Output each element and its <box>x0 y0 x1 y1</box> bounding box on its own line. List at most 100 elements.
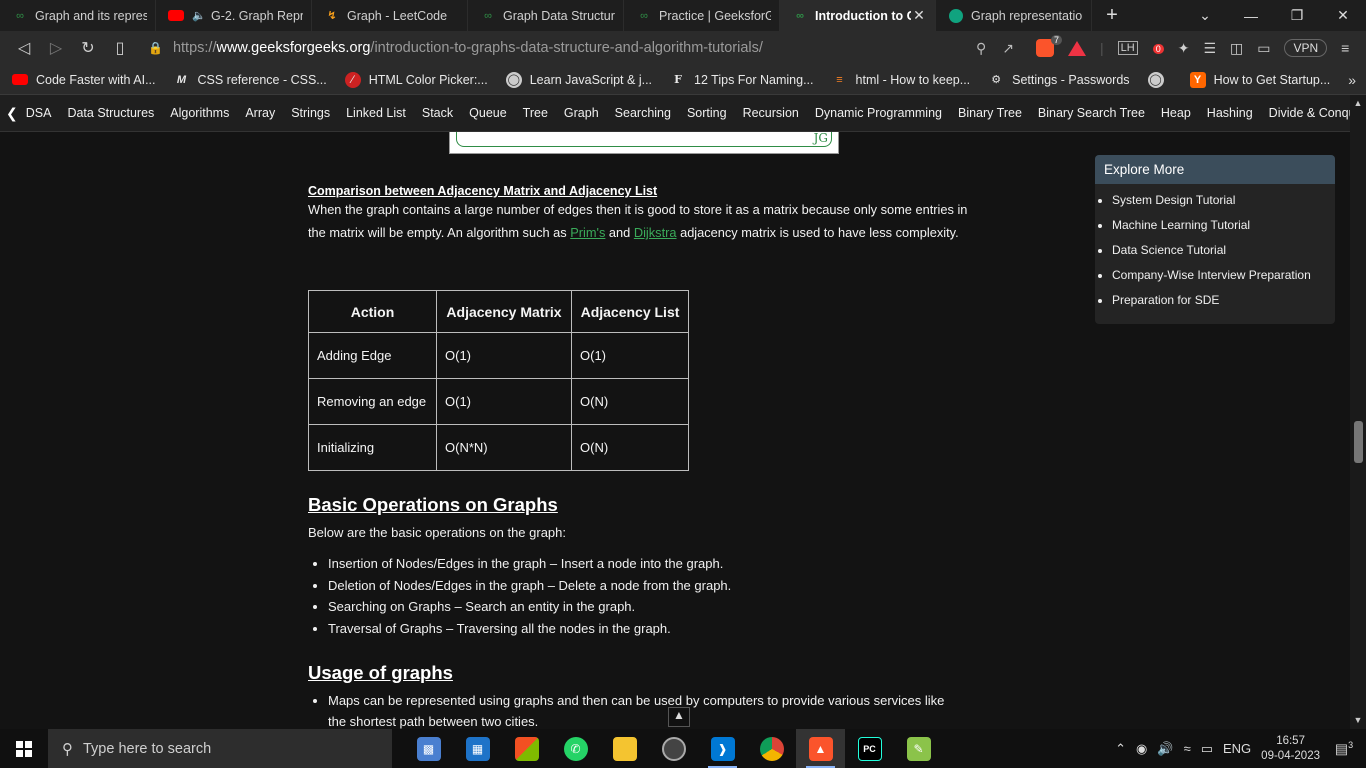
start-button[interactable] <box>0 729 48 768</box>
tab-leetcode[interactable]: ↯ Graph - LeetCode <box>312 0 468 31</box>
minimize-button[interactable]: — <box>1228 8 1274 24</box>
nav-item[interactable]: Queue <box>469 106 507 120</box>
table-cell: O(N) <box>571 378 689 425</box>
comparison-section: Comparison between Adjacency Matrix and … <box>308 184 988 244</box>
nav-item[interactable]: Graph <box>564 106 599 120</box>
extension-red-icon[interactable]: 0 <box>1152 42 1164 54</box>
bookmark-12-tips[interactable]: F 12 Tips For Naming... <box>670 72 813 88</box>
more-bookmarks-icon[interactable]: » <box>1348 72 1356 88</box>
lighthouse-extension-icon[interactable]: LH <box>1117 41 1138 55</box>
taskbar-pycharm[interactable]: PC <box>845 729 894 768</box>
battery-icon[interactable]: ▭ <box>1201 741 1213 757</box>
zoom-search-icon[interactable]: ⚲ <box>976 40 986 57</box>
taskbar-media[interactable] <box>649 729 698 768</box>
nav-left-arrow-icon[interactable]: ❮ <box>6 105 18 122</box>
restore-button[interactable]: ❐ <box>1274 7 1320 24</box>
scroll-up-arrow-icon[interactable]: ▲ <box>1350 95 1366 112</box>
bookmark-stackoverflow[interactable]: ≡ html - How to keep... <box>832 72 970 88</box>
taskbar-notepad[interactable]: ✎ <box>894 729 943 768</box>
nav-item[interactable]: Linked List <box>346 106 406 120</box>
sidebar-toggle-icon[interactable]: ◫ <box>1230 40 1243 57</box>
taskbar-store[interactable] <box>502 729 551 768</box>
taskbar-whatsapp[interactable]: ✆ <box>551 729 600 768</box>
language-indicator[interactable]: ENG <box>1223 741 1251 756</box>
bookmark-code-faster[interactable]: Code Faster with AI... <box>12 72 156 88</box>
taskbar-file-explorer[interactable] <box>600 729 649 768</box>
tab-graph-data-structure[interactable]: ∞ Graph Data Structure A <box>468 0 624 31</box>
nav-item[interactable]: Dynamic Programming <box>815 106 942 120</box>
nav-item[interactable]: Binary Search Tree <box>1038 106 1145 120</box>
nav-item[interactable]: Data Structures <box>67 106 154 120</box>
tab-practice-gfg[interactable]: ∞ Practice | GeeksforGee <box>624 0 780 31</box>
scrollbar-thumb[interactable] <box>1354 421 1363 463</box>
nav-item[interactable]: DSA <box>26 106 52 120</box>
tab-introduction-to-graphs[interactable]: ∞ Introduction to Gr ✕ <box>780 0 936 31</box>
bookmark-icon[interactable]: ▯ <box>104 38 136 58</box>
explore-link-system-design[interactable]: System Design Tutorial <box>1112 192 1335 217</box>
address-bar[interactable]: 🔒 https://www.geeksforgeeks.org/introduc… <box>148 34 1028 62</box>
nav-item[interactable]: Binary Tree <box>958 106 1022 120</box>
clock[interactable]: 16:57 09-04-2023 <box>1261 734 1320 764</box>
page-scrollbar[interactable]: ▲ ▼ <box>1350 95 1366 729</box>
prims-link[interactable]: Prim's <box>570 225 605 240</box>
close-tab-icon[interactable]: ✕ <box>911 7 927 24</box>
tab-chatgpt[interactable]: Graph representation <box>936 0 1092 31</box>
brave-shields-icon[interactable]: 7 <box>1036 35 1062 57</box>
taskbar-3d-viewer[interactable]: ▩ <box>404 729 453 768</box>
taskbar-app-blue[interactable]: ▦ <box>453 729 502 768</box>
playlist-icon[interactable]: ☰ <box>1203 40 1216 57</box>
nav-item[interactable]: Recursion <box>743 106 799 120</box>
back-button[interactable]: ◁ <box>8 38 40 58</box>
meet-icon[interactable]: ◉ <box>1136 741 1147 757</box>
bookmarks-bar: Code Faster with AI... M CSS reference - … <box>0 65 1366 95</box>
speaker-icon[interactable]: 🔈 <box>191 8 207 24</box>
nav-item[interactable]: Array <box>245 106 275 120</box>
volume-icon[interactable]: 🔊 <box>1157 741 1173 757</box>
nav-item[interactable]: Hashing <box>1207 106 1253 120</box>
wallet-icon[interactable]: ▭ <box>1257 40 1270 57</box>
vpn-button[interactable]: VPN <box>1284 39 1328 57</box>
bookmark-css-reference[interactable]: M CSS reference - CSS... <box>174 72 327 88</box>
menu-icon[interactable]: ≡ <box>1341 40 1349 56</box>
forward-button[interactable]: ▷ <box>40 38 72 58</box>
nav-item[interactable]: Algorithms <box>170 106 229 120</box>
nav-item[interactable]: Strings <box>291 106 330 120</box>
tab-search-chevron-icon[interactable]: ⌄ <box>1182 7 1228 24</box>
brave-rewards-icon[interactable] <box>1068 40 1086 56</box>
nav-item[interactable]: Searching <box>615 106 671 120</box>
bookmark-globe[interactable]: ◯ <box>1147 71 1172 88</box>
nav-item[interactable]: Stack <box>422 106 453 120</box>
usage-heading: Usage of graphs <box>308 662 453 683</box>
explore-link-company-wise[interactable]: Company-Wise Interview Preparation <box>1112 267 1335 292</box>
bookmark-startup[interactable]: Y How to Get Startup... <box>1189 71 1330 88</box>
explore-link-sde[interactable]: Preparation for SDE <box>1112 292 1335 317</box>
nav-item[interactable]: Sorting <box>687 106 727 120</box>
share-icon[interactable]: ↗ <box>1002 40 1014 57</box>
show-hidden-icons-icon[interactable]: ⌃ <box>1115 741 1126 757</box>
taskbar-vscode[interactable]: ❱ <box>698 729 747 768</box>
extensions-puzzle-icon[interactable]: ✦ <box>1178 40 1190 57</box>
bookmark-html-color-picker[interactable]: ∕ HTML Color Picker:... <box>344 71 488 88</box>
nav-item[interactable]: Heap <box>1161 106 1191 120</box>
tab-youtube-video[interactable]: 🔈 G-2. Graph Represe <box>156 0 312 31</box>
taskbar-chrome[interactable] <box>747 729 796 768</box>
explore-link-machine-learning[interactable]: Machine Learning Tutorial <box>1112 217 1335 242</box>
tab-graph-representation[interactable]: ∞ Graph and its represen <box>0 0 156 31</box>
explore-link-data-science[interactable]: Data Science Tutorial <box>1112 242 1335 267</box>
bookmark-settings-passwords[interactable]: ⚙ Settings - Passwords <box>988 72 1129 88</box>
taskbar-search[interactable]: ⚲ Type here to search <box>48 729 392 768</box>
nav-item[interactable]: Tree <box>523 106 548 120</box>
leetcode-icon: ↯ <box>327 10 337 22</box>
network-icon[interactable]: ≈ <box>1184 741 1191 756</box>
scroll-to-top-button[interactable]: ▲ <box>668 707 690 727</box>
scroll-down-arrow-icon[interactable]: ▼ <box>1350 712 1366 729</box>
taskbar-brave[interactable]: ▲ <box>796 729 845 768</box>
lock-icon[interactable]: 🔒 <box>148 41 163 55</box>
notifications-button[interactable]: ▤3 <box>1330 740 1358 758</box>
close-window-button[interactable]: ✕ <box>1320 7 1366 24</box>
reload-button[interactable]: ↻ <box>72 38 104 58</box>
basic-operations-list: Insertion of Nodes/Edges in the graph – … <box>328 553 731 639</box>
dijkstra-link[interactable]: Dijkstra <box>634 225 677 240</box>
new-tab-button[interactable]: + <box>1092 0 1132 31</box>
bookmark-learn-javascript[interactable]: ◯ Learn JavaScript & j... <box>505 71 652 88</box>
